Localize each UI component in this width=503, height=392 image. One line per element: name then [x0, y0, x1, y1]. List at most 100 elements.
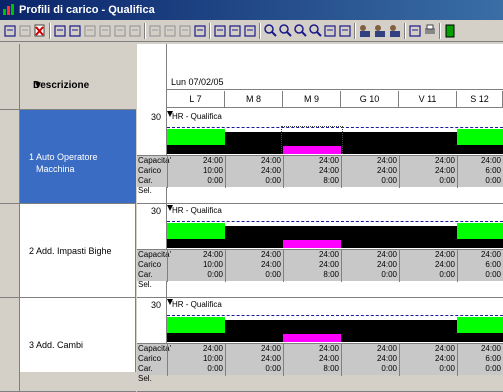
disabled-icon[interactable]: [83, 23, 97, 38]
zoom-icon[interactable]: [293, 23, 307, 38]
stats-cell[interactable]: 24:00 6:00 0:00: [457, 344, 503, 376]
stats-cell[interactable]: 24:00 10:00 0:00: [167, 250, 225, 282]
toolbar: [0, 20, 503, 42]
corner-header: [0, 44, 20, 110]
row-header[interactable]: [0, 204, 20, 298]
refresh-icon[interactable]: [68, 23, 82, 38]
new-icon[interactable]: [3, 23, 17, 38]
disabled-icon[interactable]: [18, 23, 32, 38]
capacity-bar[interactable]: [399, 320, 457, 342]
gantt-icon[interactable]: [193, 23, 207, 38]
day-column-header[interactable]: G 10: [341, 91, 399, 108]
stats-cell[interactable]: 24:00 24:00 0:00: [225, 250, 283, 282]
row-header[interactable]: [0, 110, 20, 204]
zoom-in-icon[interactable]: [263, 23, 277, 38]
capacity-bar[interactable]: [341, 226, 399, 248]
properties-icon[interactable]: [408, 23, 422, 38]
bar-icon[interactable]: [243, 23, 257, 38]
capacity-bar[interactable]: [341, 132, 399, 154]
description-column-header[interactable]: Descrizione ▼: [20, 44, 136, 110]
stats-cell[interactable]: 24:00 24:00 0:00: [399, 250, 457, 282]
profile-title: HR - Qualifica: [172, 206, 222, 215]
stat-value: 24:00: [480, 156, 501, 165]
load-bar[interactable]: [167, 129, 225, 145]
load-profile-grid[interactable]: Lun 07/02/05 L 7M 8M 9G 10 V 11 S 12 30 HR -…: [137, 44, 503, 392]
load-bar[interactable]: [457, 223, 503, 239]
capacity-bar[interactable]: [399, 132, 457, 154]
delete-icon[interactable]: [33, 23, 47, 38]
capacity-bar[interactable]: [167, 333, 225, 342]
stats-cell[interactable]: 24:00 24:00 0:00: [399, 156, 457, 188]
network-icon[interactable]: [323, 23, 337, 38]
exit-icon[interactable]: [443, 23, 457, 38]
sheet-icon[interactable]: [178, 23, 192, 38]
capacity-bar[interactable]: [225, 320, 283, 342]
resource-row[interactable]: 2 Add. Impasti Bighe: [20, 204, 136, 298]
stats-cell[interactable]: 24:00 24:00 0:00: [341, 156, 399, 188]
bar-icon[interactable]: [228, 23, 242, 38]
selected-load-bar[interactable]: [283, 334, 341, 342]
resource-row[interactable]: 3 Add. Cambi: [20, 298, 136, 392]
cross-icon[interactable]: [113, 23, 127, 38]
capacity-bar[interactable]: [225, 132, 283, 154]
stats-cell[interactable]: 24:00 24:00 8:00: [283, 250, 341, 282]
sheet-icon[interactable]: [163, 23, 177, 38]
stats-cell[interactable]: 24:00 6:00 0:00: [457, 250, 503, 282]
day-column-header[interactable]: S 12: [457, 91, 503, 108]
people-icon[interactable]: [358, 23, 372, 38]
zoom-out-icon[interactable]: [278, 23, 292, 38]
row-label: Add. Impasti Bighe: [36, 246, 112, 256]
filter-icon[interactable]: ▼: [33, 80, 130, 91]
people-icon[interactable]: [373, 23, 387, 38]
resource-row[interactable]: 1 Auto Operatore Macchina: [20, 110, 136, 204]
load-bar[interactable]: [167, 317, 225, 333]
stats-cell[interactable]: 24:00 24:00 0:00: [225, 156, 283, 188]
print-icon[interactable]: [423, 23, 437, 38]
stat-value: 10:00: [202, 166, 223, 175]
cross-icon[interactable]: [128, 23, 142, 38]
row-divider: [137, 203, 503, 204]
stats-cell[interactable]: 24:00 10:00 0:00: [167, 156, 225, 188]
stat-value: 24:00: [202, 156, 223, 165]
disabled-icon[interactable]: [98, 23, 112, 38]
load-bar[interactable]: [457, 317, 503, 333]
stat-value: 0:00: [265, 364, 281, 373]
people-icon[interactable]: [388, 23, 402, 38]
capacity-bar[interactable]: [399, 226, 457, 248]
binoculars-icon[interactable]: [53, 23, 67, 38]
stats-cell[interactable]: 24:00 24:00 8:00: [283, 156, 341, 188]
sheet-icon[interactable]: [148, 23, 162, 38]
stats-cell[interactable]: 24:00 24:00 0:00: [399, 344, 457, 376]
capacity-bar[interactable]: [167, 239, 225, 248]
stat-label: Car. Sel.: [138, 364, 153, 383]
stats-cell[interactable]: 24:00 24:00 0:00: [341, 344, 399, 376]
toolbar-separator: [209, 23, 211, 39]
zoom-fit-icon[interactable]: [308, 23, 322, 38]
day-column-header[interactable]: V 11: [399, 91, 457, 108]
day-column-header[interactable]: M 8: [225, 91, 283, 108]
capacity-bar[interactable]: [341, 320, 399, 342]
load-bar[interactable]: [457, 129, 503, 145]
load-bar[interactable]: [167, 223, 225, 239]
stat-value: 0:00: [207, 364, 223, 373]
stat-value: 24:00: [376, 156, 397, 165]
gantt-icon[interactable]: [213, 23, 227, 38]
capacity-bar[interactable]: [457, 145, 503, 154]
capacity-bar[interactable]: [225, 226, 283, 248]
capacity-bar[interactable]: [167, 145, 225, 154]
stats-cell[interactable]: 24:00 10:00 0:00: [167, 344, 225, 376]
row-header[interactable]: [0, 298, 20, 392]
capacity-bar[interactable]: [457, 333, 503, 342]
stat-value: 24:00: [318, 260, 339, 269]
day-column-header[interactable]: L 7: [167, 91, 225, 108]
capacity-bar[interactable]: [457, 239, 503, 248]
network-icon[interactable]: [338, 23, 352, 38]
selected-load-bar[interactable]: [283, 240, 341, 248]
day-column-header[interactable]: M 9: [283, 91, 341, 108]
stats-cell[interactable]: 24:00 24:00 8:00: [283, 344, 341, 376]
stat-label: Carico: [138, 260, 162, 269]
stats-cell[interactable]: 24:00 6:00 0:00: [457, 156, 503, 188]
stat-value: 24:00: [434, 250, 455, 259]
stats-cell[interactable]: 24:00 24:00 0:00: [225, 344, 283, 376]
stats-cell[interactable]: 24:00 24:00 0:00: [341, 250, 399, 282]
